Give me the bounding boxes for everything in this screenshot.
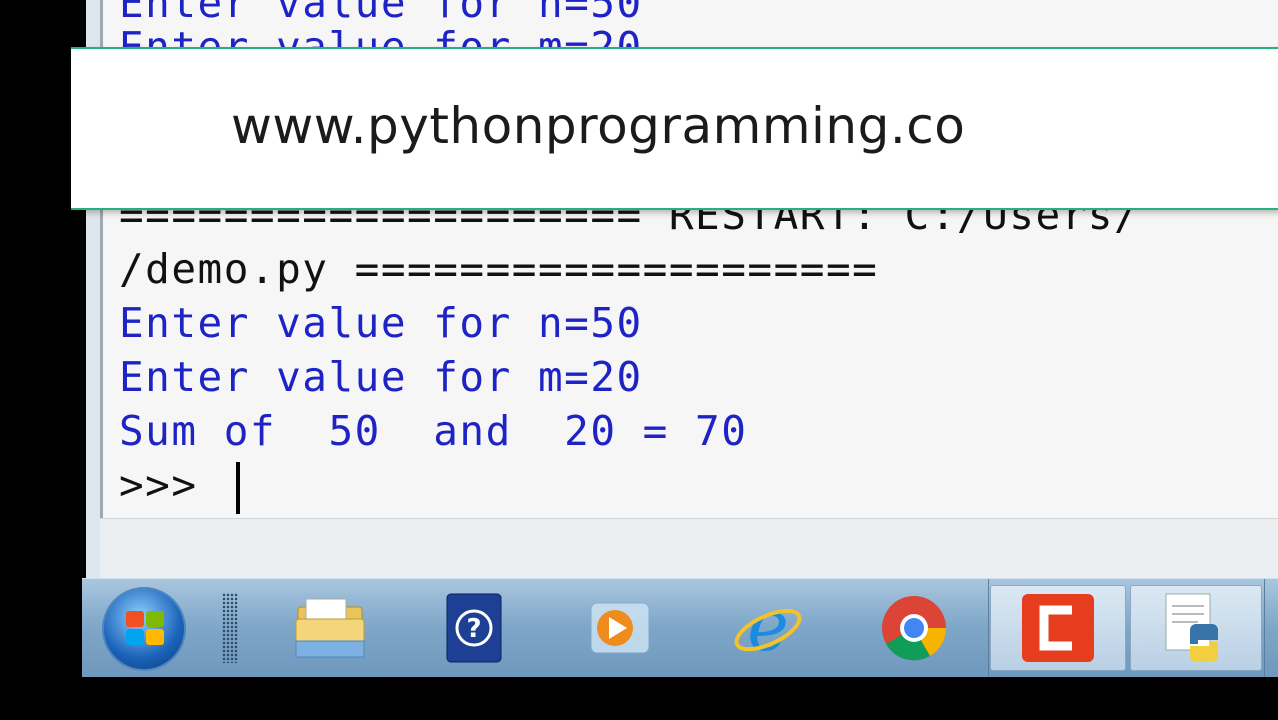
taskbar-grip[interactable] [222, 593, 238, 663]
watermark-text: www.pythonprogramming.co [231, 97, 966, 155]
taskbar: ? e [82, 578, 1278, 677]
media-player-icon[interactable] [580, 585, 660, 671]
svg-text:e: e [747, 590, 788, 666]
shell-line: Enter value for m=20 [119, 353, 643, 401]
folder-icon[interactable] [290, 585, 370, 671]
python-file-icon[interactable] [1130, 585, 1262, 671]
internet-explorer-icon[interactable]: e [728, 585, 808, 671]
status-bar [100, 518, 1278, 578]
text-cursor [236, 462, 240, 514]
shell-prompt: >>> [119, 461, 224, 509]
svg-text:?: ? [466, 614, 481, 644]
shell-line: Sum of 50 and 20 = 70 [119, 407, 748, 455]
restart-line: /demo.py ==================== [119, 245, 879, 293]
chrome-icon[interactable] [874, 585, 954, 671]
watermark-banner: www.pythonprogramming.co [71, 47, 1278, 210]
camtasia-icon[interactable] [990, 585, 1126, 671]
shell-line: Enter value for n=50 [119, 299, 643, 347]
help-icon[interactable]: ? [434, 585, 514, 671]
windows-start-icon[interactable] [102, 587, 186, 671]
